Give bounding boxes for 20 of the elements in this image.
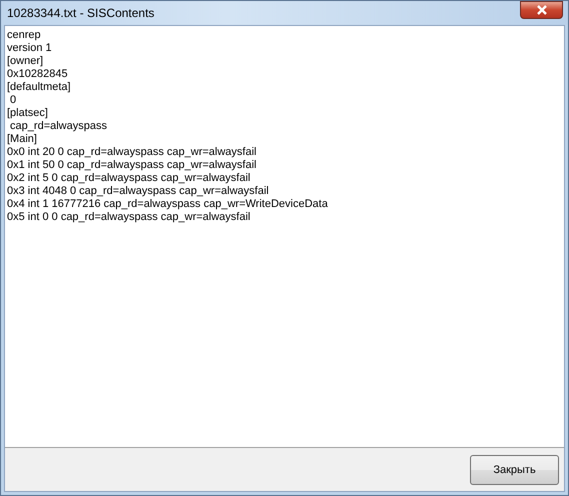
text-line: 0x5 int 0 0 cap_rd=alwayspass cap_wr=alwaysfail <box>7 211 252 224</box>
text-line: cap_rd=alwayspass <box>9 120 108 133</box>
text-line: [owner] <box>7 55 44 68</box>
close-icon <box>536 5 548 15</box>
text-line: 0x1 int 50 0 cap_rd=alwayspass cap_wr=alwaysfail <box>7 159 258 172</box>
text-line: 0x10282845 <box>7 68 69 81</box>
text-line: 0x0 int 20 0 cap_rd=alwayspass cap_wr=alwaysfail <box>7 146 258 159</box>
text-line: [Main] <box>7 133 38 146</box>
text-line: cenrep <box>7 29 42 42</box>
text-line: 0x2 int 5 0 cap_rd=alwayspass cap_wr=alwaysfail <box>7 172 252 185</box>
close-dialog-button[interactable]: Закрыть <box>470 454 559 484</box>
text-line: [defaultmeta] <box>7 81 72 94</box>
text-line: [platsec] <box>7 107 49 120</box>
text-area[interactable] <box>5 26 564 448</box>
text-line: version 1 <box>7 42 53 55</box>
window-title: 10283344.txt - SISContents <box>7 6 154 20</box>
close-button[interactable] <box>520 1 563 19</box>
text-line: 0x4 int 1 16777216 cap_rd=alwayspass cap_wr=WriteDeviceData <box>7 198 329 211</box>
text-line: 0 <box>9 94 18 107</box>
text-line: 0x3 int 4048 0 cap_rd=alwayspass cap_wr=alwaysfail <box>7 185 270 198</box>
